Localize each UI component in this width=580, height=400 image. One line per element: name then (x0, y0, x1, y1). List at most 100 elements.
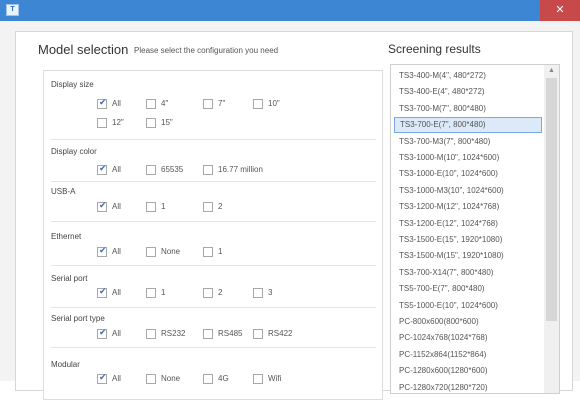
checkbox-modular-all[interactable]: All (97, 373, 121, 384)
checkbox-box[interactable] (97, 373, 107, 384)
checkbox-box[interactable] (146, 373, 156, 384)
result-item[interactable]: PC-1152x864(1152*864) (394, 347, 542, 363)
checkbox-serial-type-all[interactable]: All (97, 328, 121, 339)
option-label: All (112, 329, 121, 338)
checkbox-display-size-4[interactable]: 4" (146, 98, 168, 109)
checkbox-ethernet-none[interactable]: None (146, 246, 180, 257)
checkbox-box[interactable] (97, 287, 107, 298)
result-item[interactable]: PC-800x600(800*600) (394, 314, 542, 330)
checkbox-box[interactable] (146, 117, 156, 128)
result-item[interactable]: TS3-700-M(7", 800*480) (394, 101, 542, 117)
checkbox-box[interactable] (203, 201, 213, 212)
results-scrollbar[interactable]: ▲ (544, 65, 559, 393)
result-item[interactable]: PC-1280x720(1280*720) (394, 380, 542, 393)
checkbox-box[interactable] (203, 98, 213, 109)
checkbox-box[interactable] (97, 328, 107, 339)
option-label: All (112, 247, 121, 256)
group-divider (51, 347, 376, 348)
checkbox-box[interactable] (97, 117, 107, 128)
option-label: 65535 (161, 165, 184, 174)
checkbox-box[interactable] (97, 164, 107, 175)
option-label: Wifi (268, 374, 282, 383)
group-label-serial-port-type: Serial port type (51, 314, 105, 323)
checkbox-display-size-15[interactable]: 15" (146, 117, 173, 128)
option-label: RS485 (218, 329, 243, 338)
scroll-up-arrow-icon[interactable]: ▲ (544, 65, 559, 77)
checkbox-box[interactable] (253, 287, 263, 298)
checkbox-display-color-16m[interactable]: 16.77 million (203, 164, 263, 175)
checkbox-serial-type-rs422[interactable]: RS422 (253, 328, 292, 339)
result-item[interactable]: TS3-1200-E(12", 1024*768) (394, 216, 542, 232)
checkbox-serial-port-all[interactable]: All (97, 287, 121, 298)
option-label: 15" (161, 118, 173, 127)
checkbox-box[interactable] (203, 164, 213, 175)
option-label: RS422 (268, 329, 293, 338)
checkbox-serial-port-1[interactable]: 1 (146, 287, 165, 298)
result-item[interactable]: PC-1024x768(1024*768) (394, 330, 542, 346)
checkbox-display-size-10[interactable]: 10" (253, 98, 280, 109)
checkbox-serial-port-3[interactable]: 3 (253, 287, 272, 298)
checkbox-box[interactable] (97, 201, 107, 212)
option-label: All (112, 288, 121, 297)
option-label: All (112, 165, 121, 174)
result-item[interactable]: TS3-700-X14(7", 800*480) (394, 265, 542, 281)
checkbox-box[interactable] (203, 246, 213, 257)
checkbox-display-color-all[interactable]: All (97, 164, 121, 175)
result-item[interactable]: TS5-700-E(7", 800*480) (394, 281, 542, 297)
checkbox-modular-none[interactable]: None (146, 373, 180, 384)
result-item[interactable]: TS3-700-E(7", 800*480) (394, 117, 542, 134)
checkbox-box[interactable] (146, 164, 156, 175)
checkbox-display-size-12[interactable]: 12" (97, 117, 124, 128)
checkbox-usb-a-1[interactable]: 1 (146, 201, 165, 212)
checkbox-usb-a-2[interactable]: 2 (203, 201, 222, 212)
checkbox-display-color-65535[interactable]: 65535 (146, 164, 183, 175)
checkbox-ethernet-all[interactable]: All (97, 246, 121, 257)
option-label: All (112, 99, 121, 108)
checkbox-ethernet-1[interactable]: 1 (203, 246, 222, 257)
checkbox-display-size-7[interactable]: 7" (203, 98, 225, 109)
checkbox-usb-a-all[interactable]: All (97, 201, 121, 212)
checkbox-box[interactable] (97, 98, 107, 109)
checkbox-display-size-all[interactable]: All (97, 98, 121, 109)
close-button[interactable]: ✕ (540, 0, 580, 21)
group-divider (51, 265, 376, 266)
result-item[interactable]: TS3-1500-M(15", 1920*1080) (394, 248, 542, 264)
checkbox-box[interactable] (146, 201, 156, 212)
result-item[interactable]: TS3-400-E(4", 480*272) (394, 84, 542, 100)
option-label: 2 (218, 202, 223, 211)
checkbox-box[interactable] (146, 287, 156, 298)
result-item[interactable]: TS3-700-M3(7", 800*480) (394, 134, 542, 150)
checkbox-box[interactable] (146, 98, 156, 109)
group-divider (51, 307, 376, 308)
checkbox-box[interactable] (146, 328, 156, 339)
option-label: All (112, 202, 121, 211)
result-item[interactable]: TS5-1000-E(10", 1024*600) (394, 298, 542, 314)
option-label: All (112, 374, 121, 383)
checkbox-box[interactable] (97, 246, 107, 257)
result-item[interactable]: TS3-1000-E(10", 1024*600) (394, 166, 542, 182)
checkbox-modular-4g[interactable]: 4G (203, 373, 229, 384)
checkbox-serial-port-2[interactable]: 2 (203, 287, 222, 298)
result-item[interactable]: TS3-1000-M(10", 1024*600) (394, 150, 542, 166)
group-divider (51, 221, 376, 222)
option-label: 2 (218, 288, 223, 297)
scroll-thumb[interactable] (546, 78, 557, 321)
checkbox-modular-wifi[interactable]: Wifi (253, 373, 281, 384)
group-label-display-color: Display color (51, 147, 97, 156)
result-item[interactable]: TS3-1500-E(15", 1920*1080) (394, 232, 542, 248)
option-label: 4G (218, 374, 229, 383)
checkbox-serial-type-rs232[interactable]: RS232 (146, 328, 185, 339)
checkbox-box[interactable] (253, 328, 263, 339)
result-item[interactable]: PC-1280x600(1280*600) (394, 363, 542, 379)
checkbox-box[interactable] (203, 328, 213, 339)
checkbox-box[interactable] (253, 98, 263, 109)
result-item[interactable]: TS3-1200-M(12", 1024*768) (394, 199, 542, 215)
checkbox-serial-type-rs485[interactable]: RS485 (203, 328, 242, 339)
checkbox-box[interactable] (203, 287, 213, 298)
result-item[interactable]: TS3-400-M(4", 480*272) (394, 68, 542, 84)
checkbox-box[interactable] (146, 246, 156, 257)
results-list[interactable]: ▲ TS3-400-M(4", 480*272) TS3-400-E(4", 48… (390, 64, 560, 394)
result-item[interactable]: TS3-1000-M3(10", 1024*600) (394, 183, 542, 199)
checkbox-box[interactable] (203, 373, 213, 384)
checkbox-box[interactable] (253, 373, 263, 384)
